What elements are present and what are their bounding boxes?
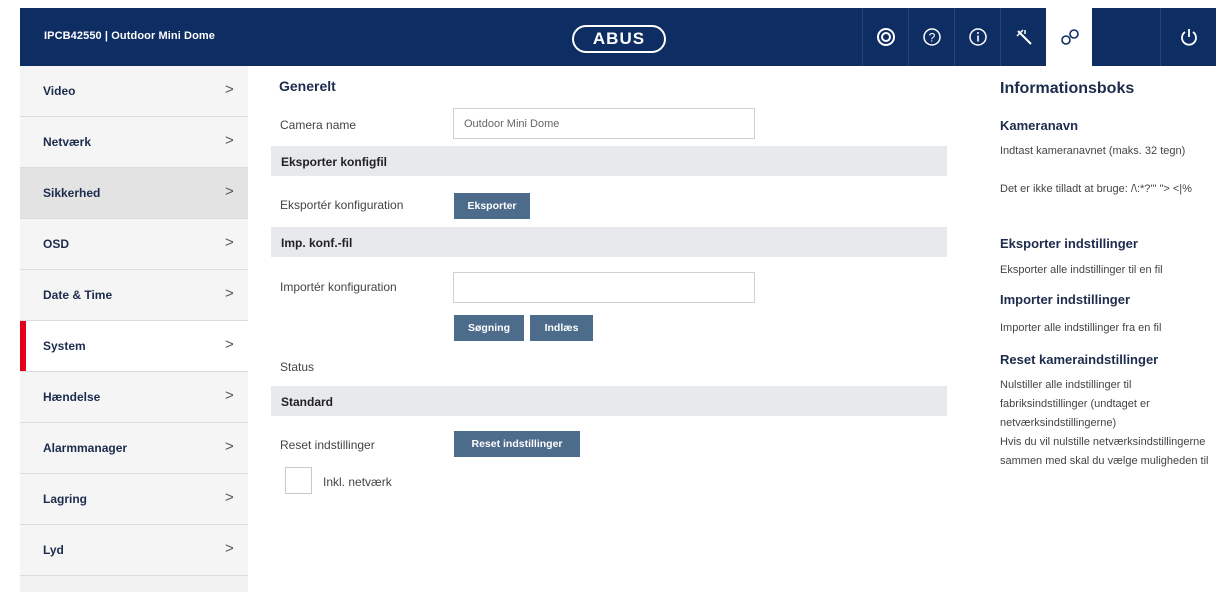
chevron-right-icon: > — [225, 540, 234, 557]
info-box-title: Informationsboks — [1000, 80, 1135, 97]
info-import-heading: Importer indstillinger — [1000, 292, 1131, 307]
export-button[interactable]: Eksporter — [454, 193, 530, 219]
sidebar-item-system[interactable]: System > — [20, 321, 248, 372]
info-reset-text-network: Hvis du vil nulstille netværksindstillin… — [1000, 436, 1209, 467]
sidebar-item-sikkerhed[interactable]: Sikkerhed > — [20, 168, 248, 219]
wizard-button[interactable] — [1000, 8, 1046, 66]
sidebar-item-label: Lagring — [43, 492, 87, 506]
status-label: Status — [280, 360, 315, 374]
top-header: IPCB42550 | Outdoor Mini Dome ABUS ? — [20, 8, 1216, 66]
info-import-text: Importer alle indstillinger fra en fil — [1000, 322, 1162, 334]
include-network-label: Inkl. netværk — [323, 475, 392, 489]
import-config-label: Importér konfiguration — [280, 280, 397, 294]
sidebar-item-label: System — [43, 339, 86, 353]
chevron-right-icon: > — [225, 336, 234, 353]
camera-name-label: Camera name — [280, 118, 357, 132]
sidebar-item-alarmmanager[interactable]: Alarmmanager > — [20, 423, 248, 474]
settings-button[interactable] — [1046, 8, 1092, 66]
reset-settings-label: Reset indstillinger — [280, 438, 375, 452]
camera-title: IPCB42550 | Outdoor Mini Dome — [44, 30, 216, 42]
chevron-right-icon: > — [225, 438, 234, 455]
abus-logo: ABUS — [572, 25, 666, 53]
chevron-right-icon: > — [225, 387, 234, 404]
sidebar-item-label: Sikkerhed — [43, 186, 101, 200]
sidebar-item-osd[interactable]: OSD > — [20, 219, 248, 270]
load-button[interactable]: Indlæs — [530, 315, 593, 341]
import-section-title: Imp. konf.-fil — [281, 236, 353, 250]
info-export-text: Eksporter alle indstillinger til en fil — [1000, 264, 1163, 276]
chevron-right-icon: > — [225, 234, 234, 251]
svg-text:?: ? — [929, 31, 936, 45]
info-button[interactable] — [954, 8, 1000, 66]
info-reset-heading: Reset kameraindstillinger — [1000, 352, 1159, 367]
info-reset-text: Nulstiller alle indstillinger til fabrik… — [1000, 379, 1150, 429]
export-section-title: Eksporter konfigfil — [281, 155, 388, 169]
sidebar-item-label: Video — [43, 84, 76, 98]
sidebar-item-label: Alarmmanager — [43, 441, 128, 455]
reset-settings-button[interactable]: Reset indstillinger — [454, 431, 580, 457]
camera-button[interactable] — [862, 8, 908, 66]
sidebar-item-lagring[interactable]: Lagring > — [20, 474, 248, 525]
info-box: Informationsboks Kameranavn Indtast kame… — [982, 66, 1223, 592]
include-network-checkbox[interactable] — [285, 467, 312, 494]
info-export-heading: Eksporter indstillinger — [1000, 236, 1138, 251]
info-camera-name-chars: Det er ikke tilladt at bruge: /\:*?'" ">… — [1000, 183, 1192, 195]
import-section-band: Imp. konf.-fil — [271, 227, 947, 257]
info-camera-name-text: Indtast kameranavnet (maks. 32 tegn) — [1000, 145, 1186, 157]
help-button[interactable]: ? — [908, 8, 954, 66]
chevron-right-icon: > — [225, 285, 234, 302]
sidebar-item-label: OSD — [43, 237, 70, 251]
sidebar-item-haendelse[interactable]: Hændelse > — [20, 372, 248, 423]
export-section-band: Eksporter konfigfil — [271, 146, 947, 176]
sidebar-item-label: Lyd — [43, 543, 64, 557]
sidebar-item-label: Netværk — [43, 135, 92, 149]
power-button[interactable] — [1160, 8, 1216, 66]
export-config-label: Eksportér konfiguration — [280, 198, 404, 212]
sidebar-item-date-time[interactable]: Date & Time > — [20, 270, 248, 321]
info-camera-name-heading: Kameranavn — [1000, 118, 1079, 133]
search-button[interactable]: Søgning — [454, 315, 524, 341]
sidebar-item-video[interactable]: Video > — [20, 66, 248, 117]
chevron-right-icon: > — [225, 81, 234, 98]
import-file-input[interactable] — [453, 272, 755, 303]
sidebar: Video > Netværk > Sikkerhed > OSD > Date… — [20, 66, 248, 592]
section-title: Generelt — [279, 78, 336, 94]
chevron-right-icon: > — [225, 489, 234, 506]
sidebar-item-lyd[interactable]: Lyd > — [20, 525, 248, 576]
chevron-right-icon: > — [225, 132, 234, 149]
standard-section-band: Standard — [271, 386, 947, 416]
camera-name-input[interactable] — [453, 108, 755, 139]
sidebar-item-netvaerk[interactable]: Netværk > — [20, 117, 248, 168]
sidebar-item-label: Date & Time — [43, 288, 113, 302]
sidebar-item-label: Hændelse — [43, 390, 101, 404]
standard-section-title: Standard — [281, 395, 334, 409]
chevron-right-icon: > — [225, 183, 234, 200]
